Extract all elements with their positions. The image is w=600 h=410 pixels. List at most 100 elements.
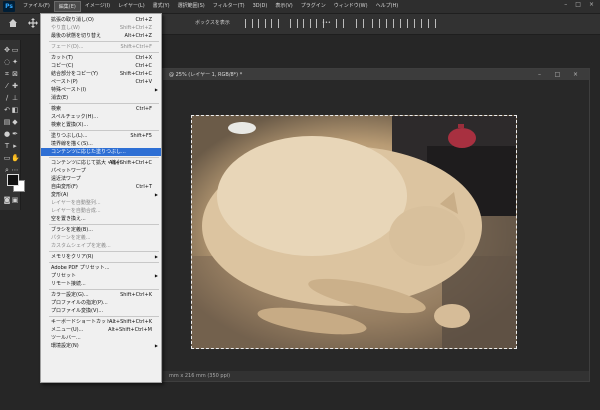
edit-menu-item[interactable]: ペースト(P) Ctrl+V <box>41 78 161 86</box>
dodge-tool-icon[interactable]: ● <box>3 130 11 138</box>
3d-mode-icon[interactable] <box>356 19 364 28</box>
edit-menu-item[interactable]: 検索 Ctrl+F <box>41 105 161 113</box>
edit-menu-item[interactable]: メニュー(U)... Alt+Shift+Ctrl+M <box>41 326 161 334</box>
3d-roll-icon[interactable] <box>386 19 394 28</box>
menu-3[interactable]: レイヤー(L) <box>114 1 149 12</box>
3d-rotate-icon[interactable] <box>372 19 380 28</box>
edit-menu-item[interactable]: 消去(E) <box>41 94 161 102</box>
edit-menu-item[interactable]: カット(T) Ctrl+X <box>41 54 161 62</box>
menu-9[interactable]: プラグイン <box>297 1 330 12</box>
edit-menu-item[interactable]: 結合部分をコピー(Y) Shift+Ctrl+C <box>41 70 161 78</box>
maximize-icon[interactable]: □ <box>575 1 581 8</box>
doc-maximize-icon[interactable]: □ <box>553 70 562 79</box>
more-tools-icon[interactable]: ⋯ <box>11 166 19 174</box>
edit-menu-item[interactable]: カラー設定(G)... Shift+Ctrl+K <box>41 291 161 299</box>
menu-7[interactable]: 3D(D) <box>249 1 272 12</box>
history-brush-tool-icon[interactable]: ↶ <box>3 106 11 114</box>
frame-tool-icon[interactable]: ⊠ <box>11 70 19 78</box>
gradient-tool-icon[interactable]: ▤ <box>3 118 11 126</box>
edit-menu-item[interactable]: 空を置き換え... <box>41 215 161 223</box>
edit-menu-item[interactable]: 検索と置換(X)... <box>41 121 161 129</box>
edit-menu-item[interactable]: プリセット ▶ <box>41 272 161 280</box>
align-top-icon[interactable] <box>290 19 298 28</box>
edit-menu-item[interactable]: 塗りつぶし(L)... Shift+F5 <box>41 132 161 140</box>
eraser-tool-icon[interactable]: ◧ <box>11 106 19 114</box>
pen-tool-icon[interactable]: ✒ <box>11 130 19 138</box>
3d-slide-icon[interactable] <box>414 19 422 28</box>
edit-menu-item[interactable]: コンテンツに応じた塗りつぶし... <box>41 148 161 156</box>
menu-6[interactable]: フィルター(T) <box>209 1 249 12</box>
magic-wand-tool-icon[interactable]: ✦ <box>11 58 19 66</box>
clone-stamp-tool-icon[interactable]: ⊥ <box>11 94 19 102</box>
edit-menu-item[interactable]: リモート接続... <box>41 280 161 288</box>
brush-tool-icon[interactable]: ∕ <box>3 94 11 102</box>
menu-11[interactable]: ヘルプ(H) <box>372 1 403 12</box>
edit-menu-item[interactable]: スペルチェック(H)... <box>41 113 161 121</box>
move-tool-icon[interactable] <box>28 18 38 28</box>
tools-panel: ✥ ▭ ◌ ✦ ⌗ ⊠ ⁄ ✚ ∕ ⊥ ↶ ◧ ▤ ◆ ● ✒ T ▸ ▭ ✋ … <box>0 40 25 210</box>
edit-menu-item[interactable]: コンテンツに応じて拡大・縮小 Alt+Shift+Ctrl+C <box>41 159 161 167</box>
menu-separator <box>49 103 159 104</box>
more-options-icon[interactable]: ••• <box>322 18 331 29</box>
edit-menu-item[interactable]: メモリをクリア(R) ▶ <box>41 253 161 261</box>
foreground-color-swatch[interactable] <box>7 174 19 186</box>
document-canvas[interactable] <box>191 115 517 349</box>
edit-menu-item[interactable]: ツールバー... <box>41 334 161 342</box>
home-icon[interactable] <box>8 18 18 28</box>
align-right-icon[interactable] <box>271 19 279 28</box>
edit-menu-item[interactable]: コピー(C) Ctrl+C <box>41 62 161 70</box>
edit-menu-item[interactable]: キーボードショートカット... Alt+Shift+Ctrl+K <box>41 318 161 326</box>
show-transform-controls-label[interactable]: ボックスを表示 <box>195 17 230 30</box>
crop-tool-icon[interactable]: ⌗ <box>3 70 11 78</box>
zoom-tool-icon[interactable]: ⌕ <box>3 166 11 174</box>
3d-scale-icon[interactable] <box>428 19 436 28</box>
menu-1[interactable]: 編集(E) <box>53 1 81 12</box>
edit-menu-item[interactable]: プロファイル変換(V)... <box>41 307 161 315</box>
quick-mask-icon[interactable]: ◙ <box>3 196 11 204</box>
type-tool-icon[interactable]: T <box>3 142 11 150</box>
edit-menu-item[interactable]: 遠近法ワープ <box>41 175 161 183</box>
edit-menu-item[interactable]: プロファイルの指定(P)... <box>41 299 161 307</box>
edit-menu-item[interactable]: 変形(A) ▶ <box>41 191 161 199</box>
edit-menu-item[interactable]: 境界線を描く(S)... <box>41 140 161 148</box>
hand-tool-icon[interactable]: ✋ <box>11 154 20 162</box>
document-tab[interactable]: @ 25% (レイヤー 1, RGB/8*) * – □ × <box>163 69 589 80</box>
edit-menu-item-label: プロファイルの指定(P)... <box>51 300 108 306</box>
lasso-tool-icon[interactable]: ◌ <box>3 58 11 66</box>
minimize-icon[interactable]: – <box>564 1 567 8</box>
doc-close-icon[interactable]: × <box>571 70 580 79</box>
align-left-icon[interactable] <box>245 19 253 28</box>
doc-minimize-icon[interactable]: – <box>535 70 544 79</box>
menu-4[interactable]: 書式(Y) <box>149 1 174 12</box>
edit-menu-item[interactable]: 拡張の取り消し(O) Ctrl+Z <box>41 16 161 24</box>
edit-menu-item[interactable]: 最後の状態を切り替え Alt+Ctrl+Z <box>41 32 161 40</box>
menu-5[interactable]: 選択範囲(S) <box>174 1 209 12</box>
move-tool-icon[interactable]: ✥ <box>3 46 11 54</box>
menu-8[interactable]: 表示(V) <box>271 1 296 12</box>
rectangle-tool-icon[interactable]: ▭ <box>3 154 11 162</box>
menu-separator <box>49 289 159 290</box>
edit-menu-item-label: 塗りつぶし(L)... <box>51 133 88 139</box>
path-selection-tool-icon[interactable]: ▸ <box>11 142 19 150</box>
distribute-icon[interactable] <box>336 19 344 28</box>
edit-menu-item-shortcut: Ctrl+T <box>135 184 152 190</box>
edit-menu-item[interactable]: 特殊ペースト(I) ▶ <box>41 86 161 94</box>
edit-menu-item[interactable]: Adobe PDF プリセット... <box>41 264 161 272</box>
blur-tool-icon[interactable]: ◆ <box>11 118 19 126</box>
eyedropper-tool-icon[interactable]: ⁄ <box>3 82 11 90</box>
align-middle-icon[interactable] <box>303 19 311 28</box>
submenu-arrow-icon: ▶ <box>154 192 158 197</box>
menu-10[interactable]: ウィンドウ(W) <box>330 1 372 12</box>
align-center-icon[interactable] <box>258 19 266 28</box>
menu-2[interactable]: イメージ(I) <box>81 1 114 12</box>
artboard-tool-icon[interactable]: ▭ <box>11 46 19 54</box>
screen-mode-icon[interactable]: ▣ <box>11 196 19 204</box>
menu-0[interactable]: ファイル(F) <box>19 1 54 12</box>
spot-healing-tool-icon[interactable]: ✚ <box>11 82 19 90</box>
edit-menu-item[interactable]: ブラシを定義(B)... <box>41 226 161 234</box>
3d-pan-icon[interactable] <box>400 19 408 28</box>
close-icon[interactable]: × <box>589 1 594 8</box>
edit-menu-item[interactable]: 自由変形(F) Ctrl+T <box>41 183 161 191</box>
edit-menu-item[interactable]: 環境設定(N) ▶ <box>41 342 161 350</box>
edit-menu-item[interactable]: パペットワープ <box>41 167 161 175</box>
